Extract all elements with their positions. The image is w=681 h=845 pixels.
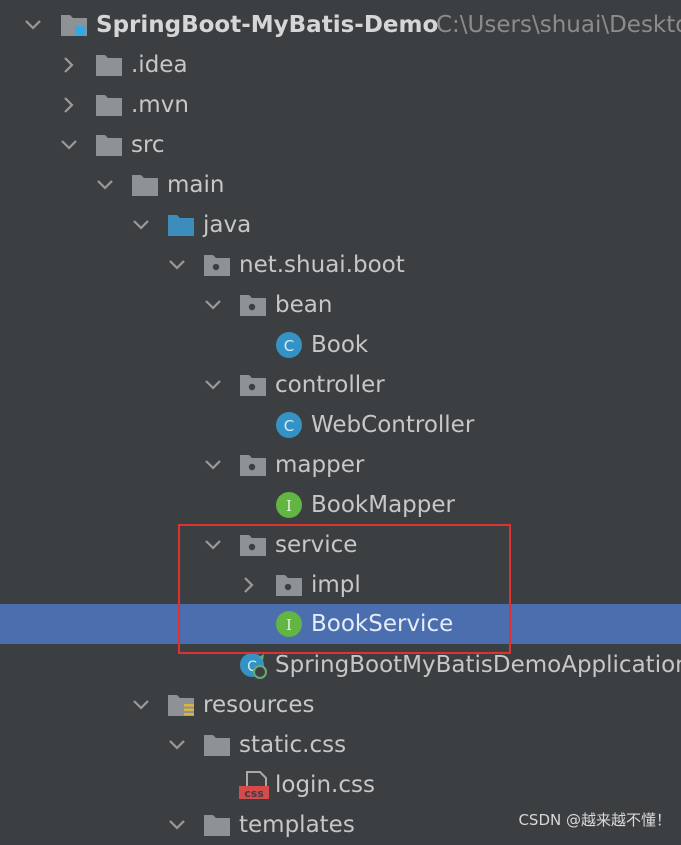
- chevron-down-icon[interactable]: [164, 805, 190, 845]
- chevron-down-icon[interactable]: [200, 285, 226, 325]
- folder-icon: [203, 731, 231, 759]
- svg-text:I: I: [286, 616, 292, 634]
- resources-folder-icon: [167, 691, 195, 719]
- tree-label: impl: [311, 572, 361, 598]
- project-name: SpringBoot-MyBatis-Demo: [96, 12, 439, 38]
- tree-row-login-css[interactable]: css login.css: [0, 765, 681, 805]
- project-folder-icon: [60, 11, 88, 39]
- svg-text:C: C: [284, 337, 294, 355]
- tree-label: static.css: [239, 732, 347, 758]
- tree-row-bookservice[interactable]: I BookService: [0, 604, 681, 644]
- chevron-right-icon[interactable]: [236, 565, 262, 605]
- tree-row-project[interactable]: SpringBoot-MyBatis-Demo C:\Users\shuai\D…: [0, 5, 681, 45]
- tree-row-book[interactable]: C Book: [0, 325, 681, 365]
- tree-label: .mvn: [131, 92, 189, 118]
- tree-row-package-root[interactable]: net.shuai.boot: [0, 245, 681, 285]
- tree-row-mvn[interactable]: .mvn: [0, 85, 681, 125]
- css-file-icon: css: [239, 771, 269, 800]
- tree-row-application[interactable]: C SpringBootMyBatisDemoApplication: [0, 645, 681, 685]
- project-path: C:\Users\shuai\Desktop: [436, 12, 681, 38]
- tree-label: Book: [311, 332, 369, 358]
- tree-row-impl[interactable]: impl: [0, 565, 681, 605]
- svg-text:C: C: [284, 417, 294, 435]
- tree-row-service[interactable]: service: [0, 525, 681, 565]
- folder-icon: [95, 131, 123, 159]
- source-folder-icon: [167, 211, 195, 239]
- tree-row-bookmapper[interactable]: I BookMapper: [0, 485, 681, 525]
- package-icon: [239, 371, 267, 399]
- folder-icon: [95, 51, 123, 79]
- tree-label: BookMapper: [311, 492, 455, 518]
- class-icon: C: [275, 331, 303, 359]
- package-icon: [239, 531, 267, 559]
- tree-label: templates: [239, 812, 355, 838]
- interface-icon: I: [275, 610, 303, 638]
- tree-label: service: [275, 532, 358, 558]
- tree-label: .idea: [131, 52, 188, 78]
- tree-label: main: [167, 172, 225, 198]
- package-icon: [239, 451, 267, 479]
- tree-row-java[interactable]: java: [0, 205, 681, 245]
- tree-label: login.css: [275, 772, 375, 798]
- chevron-down-icon[interactable]: [20, 5, 46, 45]
- tree-row-resources[interactable]: resources: [0, 685, 681, 725]
- folder-icon: [203, 811, 231, 839]
- svg-text:I: I: [286, 497, 292, 515]
- chevron-right-icon[interactable]: [56, 85, 82, 125]
- chevron-down-icon[interactable]: [200, 365, 226, 405]
- tree-label: bean: [275, 292, 333, 318]
- svg-text:css: css: [244, 787, 264, 800]
- chevron-down-icon[interactable]: [92, 165, 118, 205]
- tree-row-idea[interactable]: .idea: [0, 45, 681, 85]
- tree-row-src[interactable]: src: [0, 125, 681, 165]
- chevron-down-icon[interactable]: [56, 125, 82, 165]
- tree-row-bean[interactable]: bean: [0, 285, 681, 325]
- chevron-down-icon[interactable]: [128, 205, 154, 245]
- interface-icon: I: [275, 491, 303, 519]
- tree-label: controller: [275, 372, 385, 398]
- package-icon: [203, 251, 231, 279]
- tree-label: WebController: [311, 412, 475, 438]
- chevron-down-icon[interactable]: [200, 525, 226, 565]
- chevron-right-icon[interactable]: [56, 45, 82, 85]
- class-icon: C: [275, 411, 303, 439]
- tree-row-static-css[interactable]: static.css: [0, 725, 681, 765]
- chevron-down-icon[interactable]: [164, 245, 190, 285]
- tree-row-main[interactable]: main: [0, 165, 681, 205]
- folder-icon: [131, 171, 159, 199]
- tree-label: BookService: [311, 611, 454, 637]
- folder-icon: [95, 91, 123, 119]
- tree-label: net.shuai.boot: [239, 252, 405, 278]
- spring-boot-app-icon: C: [239, 651, 267, 679]
- tree-label: mapper: [275, 452, 365, 478]
- package-icon: [275, 571, 303, 599]
- tree-row-controller[interactable]: controller: [0, 365, 681, 405]
- tree-row-webcontroller[interactable]: C WebController: [0, 405, 681, 445]
- tree-label: SpringBootMyBatisDemoApplication: [275, 652, 681, 678]
- tree-label: src: [131, 132, 165, 158]
- tree-label: resources: [203, 692, 315, 718]
- chevron-down-icon[interactable]: [128, 685, 154, 725]
- chevron-down-icon[interactable]: [200, 445, 226, 485]
- chevron-down-icon[interactable]: [164, 725, 190, 765]
- tree-row-mapper[interactable]: mapper: [0, 445, 681, 485]
- package-icon: [239, 291, 267, 319]
- tree-label: java: [203, 212, 252, 238]
- watermark: CSDN @越来越不懂！: [518, 811, 671, 829]
